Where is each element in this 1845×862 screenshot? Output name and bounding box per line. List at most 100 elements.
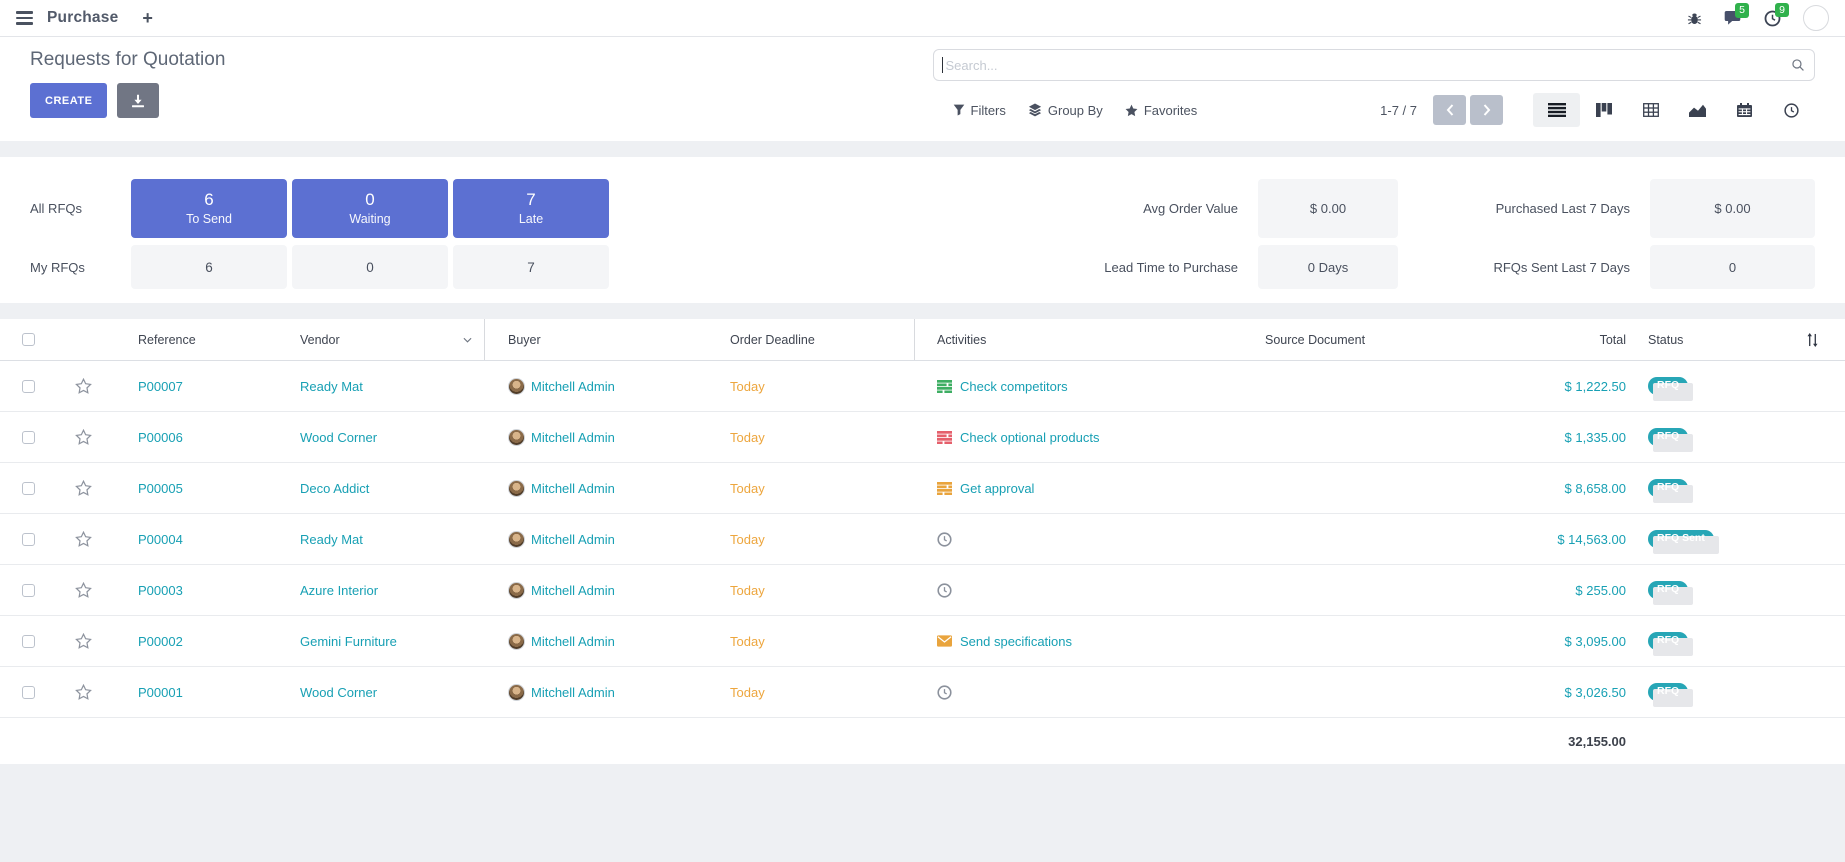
table-row[interactable]: P00001 Wood Corner Mitchell Admin Today … bbox=[0, 667, 1845, 718]
favorite-star-icon[interactable] bbox=[56, 412, 110, 462]
column-header-activities[interactable]: Activities bbox=[915, 319, 1245, 360]
tasks-icon[interactable] bbox=[937, 430, 953, 444]
row-checkbox[interactable] bbox=[0, 412, 56, 462]
source-document-cell[interactable] bbox=[1245, 514, 1515, 564]
favorite-star-icon[interactable] bbox=[56, 514, 110, 564]
source-document-cell[interactable] bbox=[1245, 463, 1515, 513]
order-deadline-cell[interactable]: Today bbox=[710, 616, 915, 666]
activity-cell[interactable] bbox=[915, 565, 1245, 615]
activity-label[interactable]: Check optional products bbox=[960, 430, 1099, 445]
all-rfqs-to-send-button[interactable]: 6 To Send bbox=[131, 179, 287, 238]
buyer-link[interactable]: Mitchell Admin bbox=[531, 532, 615, 547]
total-cell[interactable]: $ 3,095.00 bbox=[1515, 616, 1630, 666]
all-rfqs-waiting-button[interactable]: 0 Waiting bbox=[292, 179, 448, 238]
reference-link[interactable]: P00006 bbox=[110, 412, 280, 462]
reference-link[interactable]: P00003 bbox=[110, 565, 280, 615]
buyer-cell[interactable]: Mitchell Admin bbox=[485, 565, 710, 615]
vendor-link[interactable]: Gemini Furniture bbox=[280, 616, 485, 666]
total-cell[interactable]: $ 255.00 bbox=[1515, 565, 1630, 615]
row-checkbox[interactable] bbox=[0, 463, 56, 513]
app-title[interactable]: Purchase bbox=[47, 9, 118, 27]
table-row[interactable]: P00005 Deco Addict Mitchell Admin Today … bbox=[0, 463, 1845, 514]
activities-clock-icon[interactable]: 9 bbox=[1764, 10, 1781, 27]
envelope-icon[interactable] bbox=[937, 634, 953, 648]
optional-columns-button[interactable] bbox=[1780, 319, 1845, 360]
order-deadline-cell[interactable]: Today bbox=[710, 361, 915, 411]
activity-cell[interactable] bbox=[915, 667, 1245, 717]
table-row[interactable]: P00002 Gemini Furniture Mitchell Admin T… bbox=[0, 616, 1845, 667]
total-cell[interactable]: $ 14,563.00 bbox=[1515, 514, 1630, 564]
order-deadline-cell[interactable]: Today bbox=[710, 514, 915, 564]
apps-menu-icon[interactable] bbox=[16, 8, 33, 27]
search-icon[interactable] bbox=[1791, 58, 1805, 72]
select-all-checkbox[interactable] bbox=[0, 319, 56, 360]
column-header-buyer[interactable]: Buyer bbox=[485, 319, 710, 360]
rfqs-sent-last-7-days[interactable]: 0 bbox=[1650, 245, 1815, 289]
messages-icon[interactable]: 5 bbox=[1724, 10, 1742, 26]
vendor-link[interactable]: Wood Corner bbox=[280, 667, 485, 717]
buyer-cell[interactable]: Mitchell Admin bbox=[485, 616, 710, 666]
purchased-last-7-days[interactable]: $ 0.00 bbox=[1650, 179, 1815, 238]
kanban-view-button[interactable] bbox=[1580, 93, 1627, 127]
table-row[interactable]: P00003 Azure Interior Mitchell Admin Tod… bbox=[0, 565, 1845, 616]
buyer-link[interactable]: Mitchell Admin bbox=[531, 379, 615, 394]
buyer-cell[interactable]: Mitchell Admin bbox=[485, 667, 710, 717]
reference-link[interactable]: P00004 bbox=[110, 514, 280, 564]
buyer-cell[interactable]: Mitchell Admin bbox=[485, 463, 710, 513]
tasks-icon[interactable] bbox=[937, 481, 953, 495]
favorite-star-icon[interactable] bbox=[56, 361, 110, 411]
order-deadline-cell[interactable]: Today bbox=[710, 463, 915, 513]
buyer-cell[interactable]: Mitchell Admin bbox=[485, 412, 710, 462]
buyer-link[interactable]: Mitchell Admin bbox=[531, 634, 615, 649]
source-document-cell[interactable] bbox=[1245, 565, 1515, 615]
new-tab-plus-icon[interactable]: + bbox=[142, 9, 153, 27]
create-button[interactable]: CREATE bbox=[30, 83, 107, 118]
buyer-link[interactable]: Mitchell Admin bbox=[531, 481, 615, 496]
favorite-star-icon[interactable] bbox=[56, 565, 110, 615]
reference-link[interactable]: P00005 bbox=[110, 463, 280, 513]
favorite-star-icon[interactable] bbox=[56, 667, 110, 717]
total-cell[interactable]: $ 8,658.00 bbox=[1515, 463, 1630, 513]
order-deadline-cell[interactable]: Today bbox=[710, 565, 915, 615]
activity-cell[interactable] bbox=[915, 514, 1245, 564]
order-deadline-cell[interactable]: Today bbox=[710, 412, 915, 462]
column-header-status[interactable]: Status bbox=[1630, 319, 1780, 360]
activity-view-button[interactable] bbox=[1768, 93, 1815, 127]
table-row[interactable]: P00004 Ready Mat Mitchell Admin Today $ … bbox=[0, 514, 1845, 565]
vendor-link[interactable]: Deco Addict bbox=[280, 463, 485, 513]
lead-time-to-purchase[interactable]: 0 Days bbox=[1258, 245, 1398, 289]
group-by-button[interactable]: Group By bbox=[1028, 103, 1103, 118]
activity-label[interactable]: Send specifications bbox=[960, 634, 1072, 649]
column-header-vendor[interactable]: Vendor bbox=[280, 319, 485, 360]
activity-cell[interactable]: Check optional products bbox=[915, 412, 1245, 462]
my-rfqs-waiting-cell[interactable]: 0 bbox=[292, 245, 448, 289]
favorites-button[interactable]: Favorites bbox=[1125, 103, 1197, 118]
buyer-cell[interactable]: Mitchell Admin bbox=[485, 361, 710, 411]
activity-label[interactable]: Get approval bbox=[960, 481, 1034, 496]
pager-previous-button[interactable] bbox=[1433, 95, 1466, 125]
source-document-cell[interactable] bbox=[1245, 616, 1515, 666]
filters-button[interactable]: Filters bbox=[953, 103, 1006, 118]
vendor-link[interactable]: Ready Mat bbox=[280, 514, 485, 564]
source-document-cell[interactable] bbox=[1245, 667, 1515, 717]
debug-bug-icon[interactable] bbox=[1687, 11, 1702, 26]
clock-icon[interactable] bbox=[937, 532, 953, 546]
my-rfqs-to-send-cell[interactable]: 6 bbox=[131, 245, 287, 289]
vendor-link[interactable]: Wood Corner bbox=[280, 412, 485, 462]
column-header-order-deadline[interactable]: Order Deadline bbox=[710, 319, 915, 360]
row-checkbox[interactable] bbox=[0, 667, 56, 717]
row-checkbox[interactable] bbox=[0, 514, 56, 564]
user-avatar[interactable] bbox=[1803, 5, 1829, 31]
tasks-icon[interactable] bbox=[937, 379, 953, 393]
activity-label[interactable]: Check competitors bbox=[960, 379, 1068, 394]
all-rfqs-late-button[interactable]: 7 Late bbox=[453, 179, 609, 238]
activity-cell[interactable]: Check competitors bbox=[915, 361, 1245, 411]
total-cell[interactable]: $ 1,335.00 bbox=[1515, 412, 1630, 462]
row-checkbox[interactable] bbox=[0, 616, 56, 666]
favorite-star-icon[interactable] bbox=[56, 463, 110, 513]
clock-icon[interactable] bbox=[937, 583, 953, 597]
row-checkbox[interactable] bbox=[0, 565, 56, 615]
reference-link[interactable]: P00002 bbox=[110, 616, 280, 666]
buyer-link[interactable]: Mitchell Admin bbox=[531, 583, 615, 598]
table-row[interactable]: P00007 Ready Mat Mitchell Admin Today Ch… bbox=[0, 361, 1845, 412]
